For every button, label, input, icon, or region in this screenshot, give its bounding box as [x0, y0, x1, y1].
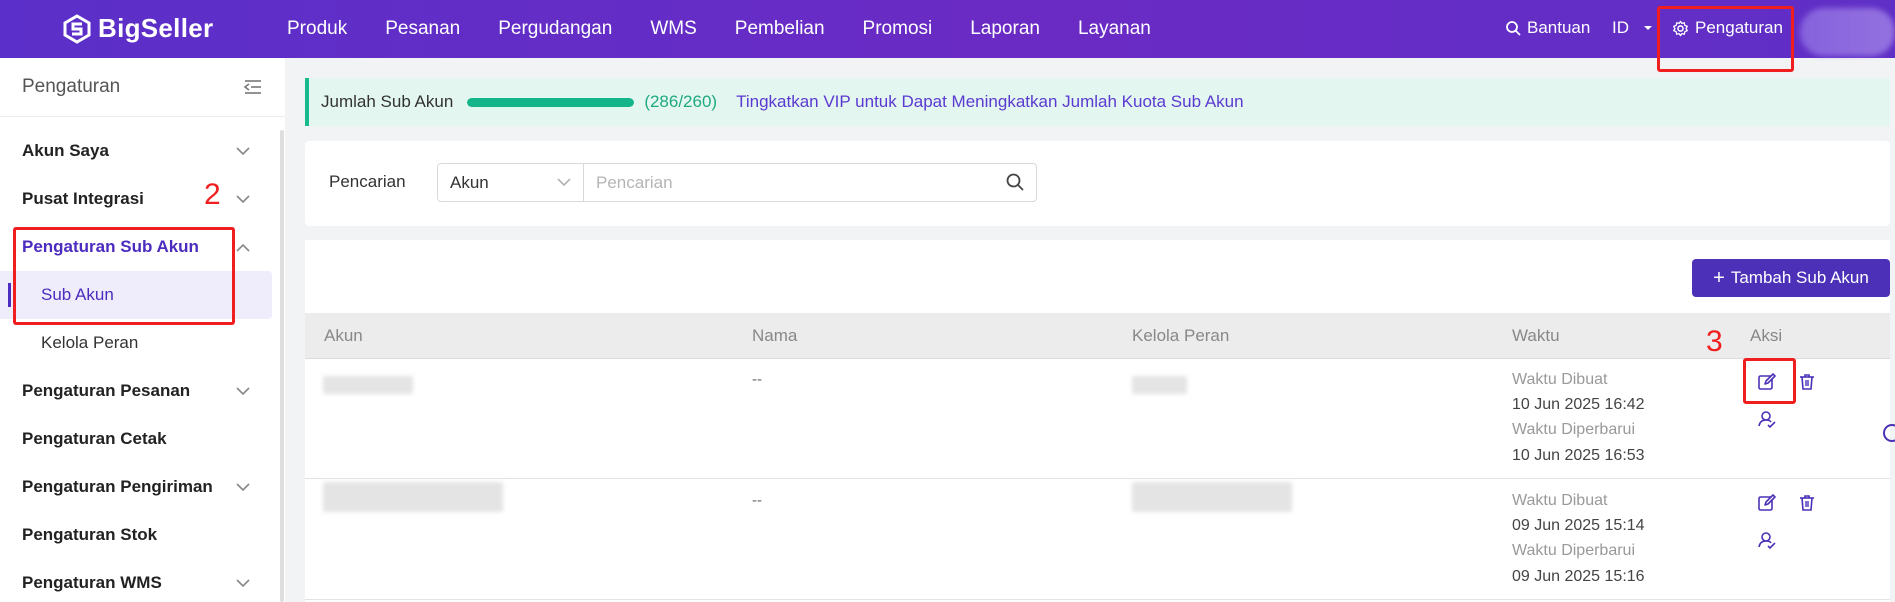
created-label: Waktu Dibuat: [1512, 371, 1608, 388]
highlight-edit-button: [1743, 358, 1796, 404]
updated-label: Waktu Diperbarui: [1512, 542, 1636, 559]
search-field-select[interactable]: Akun: [437, 163, 584, 202]
help-button[interactable]: Bantuan: [1505, 18, 1590, 38]
menu-item-wms[interactable]: WMS: [650, 18, 696, 40]
column-header-akun: Akun: [324, 326, 363, 345]
highlight-sub-akun-menu: [13, 227, 235, 325]
menu-item-layanan[interactable]: Layanan: [1078, 18, 1151, 40]
menu-item-produk[interactable]: Produk: [287, 18, 347, 40]
chevron-down-icon: [236, 578, 250, 587]
created-time: 10 Jun 2025 16:42: [1512, 396, 1645, 413]
user-permission-icon[interactable]: [1757, 530, 1777, 550]
menu-item-promosi[interactable]: Promosi: [863, 18, 933, 40]
sidebar-item-label: Pengaturan Pesanan: [22, 381, 191, 400]
bigseller-logo-icon: [63, 13, 91, 44]
sidebar-item-pengaturan-cetak[interactable]: Pengaturan Cetak: [0, 415, 272, 463]
sidebar-title: Pengaturan: [22, 76, 121, 97]
name-value: --: [752, 371, 762, 388]
help-label: Bantuan: [1527, 18, 1591, 37]
floating-helper-icon[interactable]: [1883, 424, 1895, 442]
table-header: Akun Nama Kelola Peran Waktu Aksi: [305, 313, 1890, 359]
column-header-nama: Nama: [752, 326, 798, 345]
highlight-settings: [1657, 6, 1794, 72]
search-icon[interactable]: [1005, 172, 1025, 192]
quota-label: Jumlah Sub Akun: [321, 92, 454, 111]
main-menu: Produk Pesanan Pergudangan WMS Pembelian…: [287, 0, 1189, 58]
add-sub-account-button[interactable]: + Tambah Sub Akun: [1692, 259, 1890, 297]
redacted-role: [1132, 376, 1187, 394]
column-header-aksi: Aksi: [1750, 326, 1783, 345]
sidebar-item-pusat-integrasi[interactable]: Pusat Integrasi: [0, 175, 272, 223]
column-header-waktu: Waktu: [1512, 326, 1560, 345]
search-input[interactable]: [583, 163, 1037, 202]
collapse-sidebar-icon[interactable]: [243, 79, 263, 95]
search-panel: Pencarian Akun: [305, 141, 1890, 226]
sidebar-item-label: Pengaturan Pengiriman: [22, 477, 213, 496]
chevron-up-icon: [236, 243, 250, 252]
menu-item-pesanan[interactable]: Pesanan: [385, 18, 460, 40]
chevron-down-icon: [236, 194, 250, 203]
sub-account-quota-banner: Jumlah Sub Akun (286/260) Tingkatkan VIP…: [305, 78, 1890, 126]
annotation-number-3: 3: [1706, 325, 1723, 358]
chevron-down-icon: [236, 386, 250, 395]
sidebar-scrollbar[interactable]: [280, 130, 284, 602]
created-time: 09 Jun 2025 15:14: [1512, 517, 1645, 534]
sidebar-item-pengaturan-pengiriman[interactable]: Pengaturan Pengiriman: [0, 463, 272, 511]
logo-text: BigSeller: [98, 13, 214, 43]
redacted-account: [323, 376, 413, 394]
sidebar-item-label: Pengaturan WMS: [22, 573, 162, 592]
user-avatar[interactable]: [1800, 8, 1895, 56]
sidebar-header: Pengaturan: [0, 58, 285, 117]
language-label: ID: [1612, 18, 1629, 37]
redacted-role: [1132, 482, 1292, 512]
plus-icon: +: [1713, 267, 1725, 289]
sidebar-item-pengaturan-wms[interactable]: Pengaturan WMS: [0, 559, 272, 602]
add-sub-account-label: Tambah Sub Akun: [1730, 268, 1869, 287]
quota-progress-bar: [467, 97, 635, 107]
annotation-number-2: 2: [204, 178, 221, 211]
table-row: -- Waktu Dibuat 09 Jun 2025 15:14 Waktu …: [305, 480, 1890, 600]
sidebar-item-label: Pengaturan Cetak: [22, 429, 167, 448]
quota-count: (286/260): [644, 92, 718, 111]
caret-down-icon: [1644, 26, 1652, 30]
name-value: --: [752, 492, 762, 509]
search-field-value: Akun: [450, 172, 489, 192]
sidebar-item-pengaturan-stok[interactable]: Pengaturan Stok: [0, 511, 272, 559]
sidebar-item-pengaturan-pesanan[interactable]: Pengaturan Pesanan: [0, 367, 272, 415]
trash-icon[interactable]: [1797, 372, 1817, 392]
created-label: Waktu Dibuat: [1512, 492, 1608, 509]
sidebar-item-label: Pengaturan Stok: [22, 525, 158, 544]
chevron-down-icon: [557, 178, 571, 187]
settings-sidebar: Pengaturan Akun Saya Pusat Integrasi Pen…: [0, 58, 285, 602]
menu-item-pergudangan[interactable]: Pergudangan: [498, 18, 612, 40]
sidebar-item-kelola-peran[interactable]: Kelola Peran: [0, 319, 272, 367]
updated-label: Waktu Diperbarui: [1512, 421, 1636, 438]
column-header-kelola-peran: Kelola Peran: [1132, 326, 1230, 345]
updated-time: 09 Jun 2025 15:16: [1512, 568, 1645, 585]
bigseller-logo[interactable]: BigSeller: [62, 13, 213, 44]
sidebar-item-akun-saya[interactable]: Akun Saya: [0, 127, 272, 175]
table-row: -- Waktu Dibuat 10 Jun 2025 16:42 Waktu …: [305, 359, 1890, 479]
sidebar-item-label: Pusat Integrasi: [22, 189, 144, 208]
top-navbar: BigSeller Produk Pesanan Pergudangan WMS…: [0, 0, 1895, 58]
upgrade-vip-link[interactable]: Tingkatkan VIP untuk Dapat Meningkatkan …: [736, 92, 1244, 112]
redacted-account: [323, 482, 503, 512]
search-label: Pencarian: [329, 172, 406, 191]
user-permission-icon[interactable]: [1757, 409, 1777, 429]
edit-icon[interactable]: [1757, 493, 1777, 513]
language-dropdown[interactable]: ID: [1612, 18, 1653, 38]
menu-item-pembelian[interactable]: Pembelian: [735, 18, 825, 40]
trash-icon[interactable]: [1797, 493, 1817, 513]
updated-time: 10 Jun 2025 16:53: [1512, 447, 1645, 464]
sidebar-item-label: Akun Saya: [22, 141, 109, 160]
sidebar-item-label: Kelola Peran: [41, 333, 139, 352]
search-icon: [1506, 21, 1521, 36]
quota-progress-fill: [467, 97, 635, 107]
chevron-down-icon: [236, 482, 250, 491]
chevron-down-icon: [236, 146, 250, 155]
menu-item-laporan[interactable]: Laporan: [970, 18, 1040, 40]
